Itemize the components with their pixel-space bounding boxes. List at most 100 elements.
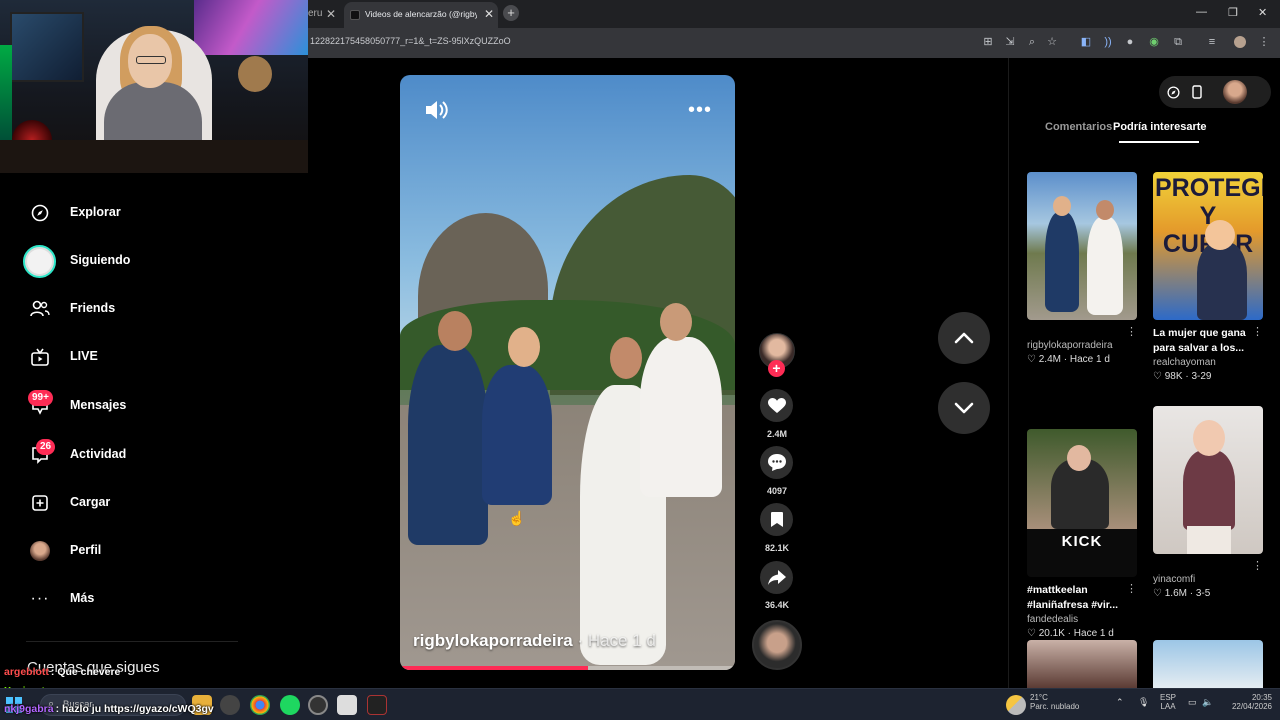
browser-tab-active[interactable]: Videos de alencarzão (@rigbylo... ✕ <box>344 2 498 28</box>
video-thumbnail[interactable] <box>1153 406 1263 554</box>
tab-podria-interesarte[interactable]: Podría interesarte <box>1113 121 1207 133</box>
sidebar-item-mensajes[interactable]: 99+ Mensajes <box>0 386 308 426</box>
card-meta: ♡ 98K · 3-29 <box>1153 371 1212 382</box>
install-app-icon[interactable]: ⇲ <box>1004 36 1016 48</box>
share-arrow-icon <box>767 569 786 585</box>
mobile-device-icon[interactable] <box>1189 84 1205 100</box>
recommended-video-card[interactable]: ⋮ rigbylokaporradeira ♡ 2.4M · Hace 1 d <box>1027 172 1139 365</box>
close-window-icon[interactable]: ✕ <box>1258 6 1267 19</box>
browser-menu-icon[interactable]: ⋮ <box>1258 36 1270 48</box>
display-icon[interactable]: ▭ <box>1188 697 1197 708</box>
sidebar-item-label: Siguiendo <box>70 253 131 267</box>
video-author[interactable]: rigbylokaporradeira <box>413 631 573 650</box>
sidebar-item-cargar[interactable]: Cargar <box>0 483 308 523</box>
next-video-button[interactable] <box>938 382 990 434</box>
music-disc-avatar[interactable] <box>752 620 802 670</box>
chevron-up-icon[interactable]: ⌃ <box>1116 697 1124 708</box>
app-icon[interactable] <box>337 695 357 715</box>
extension-translate-icon[interactable]: ◧ <box>1080 36 1092 48</box>
activity-badge: 26 <box>36 439 56 455</box>
card-meta: ♡ 20.1K · Hace 1 d <box>1027 628 1114 639</box>
microphone-icon[interactable]: 🎙 <box>1138 697 1149 708</box>
sidebar-item-mas[interactable]: ··· Más <box>0 579 308 619</box>
url-text[interactable]: 122822175458050777_r=1&_t=ZS-95lXzQUZZoO <box>310 36 511 46</box>
recommended-video-card[interactable]: ⋮ yinacomfi ♡ 1.6M · 3-5 <box>1153 406 1265 599</box>
video-thumbnail[interactable]: KICK <box>1027 429 1137 577</box>
card-more-icon[interactable]: ⋮ <box>1126 582 1137 595</box>
video-thumbnail[interactable] <box>1027 640 1137 688</box>
video-more-options-icon[interactable]: ••• <box>688 100 712 120</box>
browser-profile-avatar[interactable] <box>1234 36 1246 48</box>
explore-compass-icon[interactable] <box>1165 84 1181 100</box>
volume-icon[interactable]: 🔈 <box>1202 697 1213 708</box>
recommended-video-card[interactable]: PROTEGER Y CURAR ⋮ La mujer que gana par… <box>1153 172 1265 382</box>
address-bar[interactable]: 122822175458050777_r=1&_t=ZS-95lXzQUZZoO… <box>308 28 1280 58</box>
share-count: 36.4K <box>764 600 790 610</box>
video-person-head <box>438 311 472 351</box>
card-meta: ♡ 2.4M · Hace 1 d <box>1027 354 1110 365</box>
user-avatar[interactable] <box>1223 80 1247 104</box>
video-thumbnail[interactable] <box>1027 172 1137 320</box>
new-tab-button[interactable]: + <box>503 5 519 21</box>
reading-list-icon[interactable]: ≡ <box>1206 36 1218 48</box>
card-more-icon[interactable]: ⋮ <box>1252 325 1263 338</box>
webcam-anime-poster <box>194 0 308 55</box>
recommended-video-card[interactable]: KICK ⋮ #mattkeelan #laniñafresa #vir... … <box>1027 429 1139 639</box>
weather-temp: 21°C <box>1030 693 1048 702</box>
extension-shield-icon[interactable]: ● <box>1124 36 1136 48</box>
extension-counter-icon[interactable]: ◉ <box>1148 36 1160 48</box>
card-author[interactable]: rigbylokaporradeira <box>1027 340 1139 351</box>
video-player[interactable]: ••• rigbylokaporradeira · Hace 1 d <box>400 75 735 670</box>
restore-icon[interactable]: ❐ <box>1228 6 1238 19</box>
friends-icon <box>28 297 52 321</box>
spotify-icon[interactable] <box>280 695 300 715</box>
save-button[interactable] <box>760 503 793 536</box>
card-author[interactable]: realchayoman <box>1153 357 1265 368</box>
app-icon[interactable] <box>220 695 240 715</box>
video-thumbnail[interactable] <box>1153 640 1263 688</box>
weather-widget[interactable]: 21°C Parc. nublado <box>1030 693 1079 711</box>
webcam-overlay <box>0 0 308 173</box>
language-indicator[interactable]: ESP LAA <box>1160 693 1176 711</box>
sidebar-item-siguiendo[interactable]: Siguiendo <box>0 241 308 281</box>
sidebar-item-perfil[interactable]: Perfil <box>0 531 308 571</box>
tab-comentarios[interactable]: Comentarios <box>1045 121 1112 133</box>
card-title[interactable]: #mattkeelan #laniñafresa #vir... <box>1027 583 1139 613</box>
share-button[interactable] <box>760 561 793 594</box>
card-more-icon[interactable]: ⋮ <box>1252 559 1263 572</box>
close-tab-icon[interactable]: ✕ <box>484 7 494 21</box>
extensions-puzzle-icon[interactable]: ⧉ <box>1172 36 1184 48</box>
chrome-icon[interactable] <box>250 695 270 715</box>
volume-icon[interactable] <box>424 99 448 126</box>
save-count: 82.1K <box>764 543 790 553</box>
browser-tab-previous[interactable]: eru ✕ <box>308 4 338 24</box>
close-tab-icon[interactable]: ✕ <box>326 4 336 24</box>
obs-icon[interactable] <box>308 695 328 715</box>
card-more-icon[interactable]: ⋮ <box>1126 325 1137 338</box>
bookmark-icon <box>770 512 783 527</box>
sidebar-item-explorar[interactable]: Explorar <box>0 193 308 233</box>
video-thumbnail[interactable]: PROTEGER Y CURAR <box>1153 172 1263 320</box>
sidebar-item-actividad[interactable]: 26 Actividad <box>0 435 308 475</box>
bookmark-star-icon[interactable]: ☆ <box>1046 36 1058 48</box>
sidebar-item-live[interactable]: LIVE <box>0 337 308 377</box>
card-author[interactable]: fandedealis <box>1027 614 1139 625</box>
video-progress-bar[interactable] <box>400 666 735 670</box>
card-title[interactable]: La mujer que gana para salvar a los... <box>1153 326 1265 356</box>
minimize-icon[interactable]: — <box>1196 6 1207 18</box>
clock[interactable]: 20:35 22/04/2026 <box>1226 693 1272 711</box>
extension-audio-icon[interactable]: )) <box>1102 36 1114 48</box>
game-app-icon[interactable] <box>367 695 387 715</box>
weather-icon[interactable] <box>1006 695 1026 715</box>
like-button[interactable] <box>760 389 793 422</box>
webcam-streamer-glasses <box>136 56 166 64</box>
translate-icon[interactable]: ⊞ <box>982 36 994 48</box>
zoom-icon[interactable]: ⌕ <box>1026 36 1038 48</box>
sidebar-item-friends[interactable]: Friends <box>0 289 308 329</box>
comment-button[interactable] <box>760 446 793 479</box>
follow-plus-button[interactable]: + <box>768 360 785 377</box>
language-code: ESP <box>1160 693 1177 702</box>
card-author[interactable]: yinacomfi <box>1153 574 1265 585</box>
previous-video-button[interactable] <box>938 312 990 364</box>
heart-icon <box>767 397 786 413</box>
